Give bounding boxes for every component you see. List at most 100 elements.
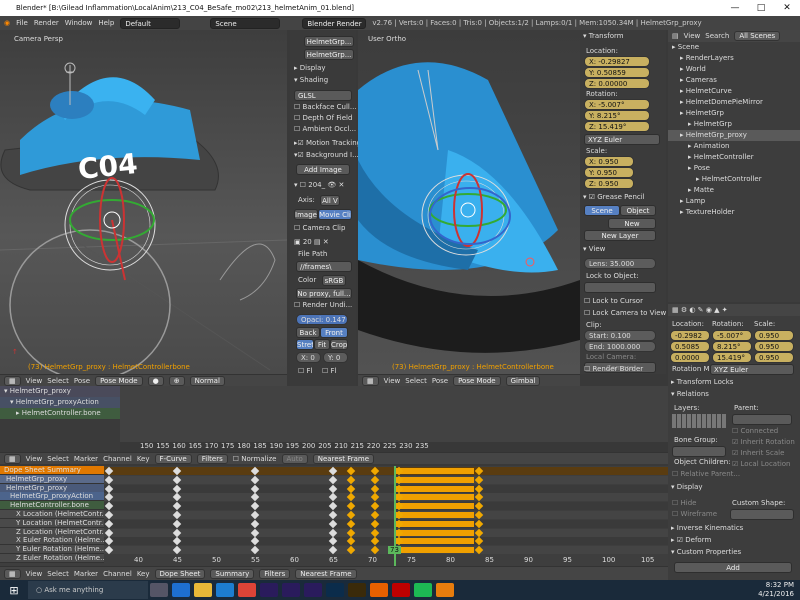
object-item-2[interactable]: HelmetGrp... bbox=[304, 49, 354, 60]
shading-mode-select[interactable]: GLSL bbox=[294, 90, 352, 101]
illustrator-icon[interactable] bbox=[348, 583, 366, 597]
dopesheet-channel[interactable]: Z Location (HelmetContr... bbox=[0, 527, 104, 537]
shading-section[interactable]: ▾ Shading bbox=[294, 76, 328, 84]
filezilla-icon[interactable] bbox=[392, 583, 410, 597]
outliner-view-menu[interactable]: View bbox=[684, 32, 701, 40]
hide-check[interactable]: ☐ Hide bbox=[672, 498, 696, 509]
outliner-item[interactable]: ▸ Matte bbox=[668, 185, 800, 196]
nla-channel-object[interactable]: ▾ HelmetGrp_proxy bbox=[0, 386, 120, 397]
menu-key[interactable]: Key bbox=[137, 455, 150, 463]
dopesheet-keyframes[interactable]: 73 40 45 50 55 60 65 70 75 80 85 90 95 100 105 bbox=[104, 466, 668, 566]
local-location-check[interactable]: ☑ Local Location bbox=[732, 459, 791, 470]
firefox-icon[interactable] bbox=[370, 583, 388, 597]
nla-channel-action[interactable]: ▾ HelmetGrp_proxyAction bbox=[0, 397, 120, 408]
inherit-scale-check[interactable]: ☑ Inherit Scale bbox=[732, 448, 784, 459]
new-layer-button[interactable]: New Layer bbox=[584, 230, 656, 241]
dopesheet-channel[interactable]: HelmetGrp_proxy bbox=[0, 474, 104, 484]
menu-pose[interactable]: Pose bbox=[74, 377, 90, 385]
filters-button[interactable]: Filters bbox=[196, 453, 228, 464]
menu-view[interactable]: View bbox=[384, 377, 401, 385]
colorspace-select[interactable]: sRGB bbox=[322, 275, 346, 286]
display-section[interactable]: ▾ Display bbox=[671, 483, 703, 491]
blender-taskbar-icon[interactable] bbox=[436, 583, 454, 597]
outliner-item[interactable]: ▸ TextureHolder bbox=[668, 207, 800, 218]
pivot-icon[interactable]: ⊕ bbox=[168, 375, 185, 386]
dopesheet-channel[interactable]: HelmetGrp_proxy bbox=[0, 483, 104, 493]
left-viewport[interactable]: Camera Persp C04 (73) HelmetGrp_proxy : … bbox=[0, 30, 287, 374]
background-images-check[interactable]: ▾☑ Background I... bbox=[294, 150, 359, 161]
scale-z-field[interactable]: Z: 0.950 bbox=[584, 178, 634, 189]
prop-scl-y[interactable]: 0.950 bbox=[754, 341, 794, 352]
menu-select[interactable]: Select bbox=[405, 377, 427, 385]
grease-pencil-section[interactable]: ▾ ☑ Grease Pencil bbox=[583, 193, 645, 201]
custom-shape-field[interactable] bbox=[730, 509, 794, 520]
layout-select[interactable]: Default bbox=[120, 17, 181, 29]
photoshop-icon[interactable] bbox=[326, 583, 344, 597]
dopesheet-channel[interactable]: HelmetController.bone bbox=[0, 501, 104, 511]
crop-button[interactable]: Crop bbox=[330, 339, 348, 350]
transform-section[interactable]: ▾ Transform bbox=[583, 32, 624, 40]
menu-channel[interactable]: Channel bbox=[103, 455, 132, 463]
menu-select[interactable]: Select bbox=[47, 455, 69, 463]
lens-field[interactable]: Lens: 35.000 bbox=[584, 258, 656, 269]
dopesheet-channel[interactable]: Y Euler Rotation (Helme... bbox=[0, 545, 104, 555]
outliner-item[interactable]: ▸ Pose bbox=[668, 163, 800, 174]
menu-channel[interactable]: Channel bbox=[103, 570, 132, 578]
editor-type-button[interactable]: ▦ bbox=[362, 375, 379, 386]
back-button[interactable]: Back bbox=[296, 327, 320, 338]
prop-scl-z[interactable]: 0.950 bbox=[754, 352, 794, 363]
wireframe-check[interactable]: ☐ Wireframe bbox=[672, 509, 717, 520]
menu-select[interactable]: Select bbox=[47, 570, 69, 578]
edge-icon[interactable] bbox=[172, 583, 190, 597]
orientation-select[interactable]: Normal bbox=[189, 375, 225, 386]
scale-x-field[interactable]: X: 0.950 bbox=[584, 156, 634, 167]
movie-clip-tab[interactable]: Movie Cli bbox=[318, 209, 352, 220]
dopesheet-channel[interactable]: X Location (HelmetContr... bbox=[0, 510, 104, 519]
outliner-item[interactable]: ▸ Scene bbox=[668, 42, 800, 53]
dopesheet-channel[interactable]: Dope Sheet Summary bbox=[0, 466, 104, 475]
spotify-icon[interactable] bbox=[414, 583, 432, 597]
fit-button[interactable]: Fit bbox=[314, 339, 330, 350]
menu-render[interactable]: Render bbox=[34, 19, 59, 27]
premiere-icon[interactable] bbox=[282, 583, 300, 597]
outliner-item[interactable]: ▸ HelmetCurve bbox=[668, 86, 800, 97]
editor-type-button[interactable]: ▦ bbox=[4, 568, 21, 579]
front-button[interactable]: Front bbox=[320, 327, 348, 338]
relations-section[interactable]: ▾ Relations bbox=[671, 390, 709, 398]
nla-channel-bone[interactable]: ▸ HelmetController.bone bbox=[0, 408, 120, 419]
orientation-select[interactable]: Gimbal bbox=[505, 375, 541, 386]
editor-type-button[interactable]: ▦ bbox=[4, 375, 21, 386]
motion-tracking-check[interactable]: ▸☑ Motion Tracking bbox=[294, 138, 361, 149]
rot-y-field[interactable]: Y: 8.215° bbox=[584, 110, 650, 121]
bone-group-field[interactable] bbox=[672, 446, 726, 457]
close-button[interactable]: ✕ bbox=[774, 3, 800, 13]
maximize-button[interactable]: □ bbox=[748, 3, 774, 13]
loc-z-field[interactable]: Z: 0.00000 bbox=[584, 78, 650, 89]
explorer-icon[interactable] bbox=[194, 583, 212, 597]
outliner-search-menu[interactable]: Search bbox=[705, 32, 729, 40]
lock-camera-check[interactable]: ☐ Lock Camera to View bbox=[584, 308, 666, 319]
view-section[interactable]: ▾ View bbox=[583, 245, 605, 253]
mode-select[interactable]: Pose Mode bbox=[95, 375, 143, 386]
snap-select[interactable]: Nearest Frame bbox=[312, 453, 375, 464]
prop-scl-x[interactable]: 0.950 bbox=[754, 330, 794, 341]
store-icon[interactable] bbox=[216, 583, 234, 597]
flip-x-check[interactable]: ☐ Fl bbox=[298, 366, 313, 377]
outliner-item[interactable]: ▸ HelmetDomePieMirror bbox=[668, 97, 800, 108]
editor-type-button[interactable]: ▦ bbox=[4, 453, 21, 464]
add-property-button[interactable]: Add bbox=[674, 562, 792, 573]
outliner-item[interactable]: ▸ RenderLayers bbox=[668, 53, 800, 64]
rotation-mode-select[interactable]: XYZ Euler bbox=[710, 364, 794, 375]
normalize-check[interactable]: ☐ Normalize bbox=[233, 455, 277, 463]
windows-start-icon[interactable]: ⊞ bbox=[0, 584, 28, 597]
offset-y-field[interactable]: Y: 0 bbox=[323, 352, 348, 363]
deform-section[interactable]: ▸ ☑ Deform bbox=[671, 536, 711, 544]
menu-view[interactable]: View bbox=[26, 455, 43, 463]
prop-loc-x[interactable]: -0.2982 bbox=[670, 330, 710, 341]
proxy-select[interactable]: No proxy, full... bbox=[296, 288, 352, 299]
gp-scene-button[interactable]: Scene bbox=[584, 205, 620, 216]
frame-field[interactable]: ▣ 20 ▤ ✕ bbox=[294, 237, 329, 248]
scene-select[interactable]: Scene bbox=[210, 17, 281, 29]
loc-y-field[interactable]: Y: 0.50859 bbox=[584, 67, 650, 78]
summary-select[interactable]: Summary bbox=[210, 568, 255, 579]
